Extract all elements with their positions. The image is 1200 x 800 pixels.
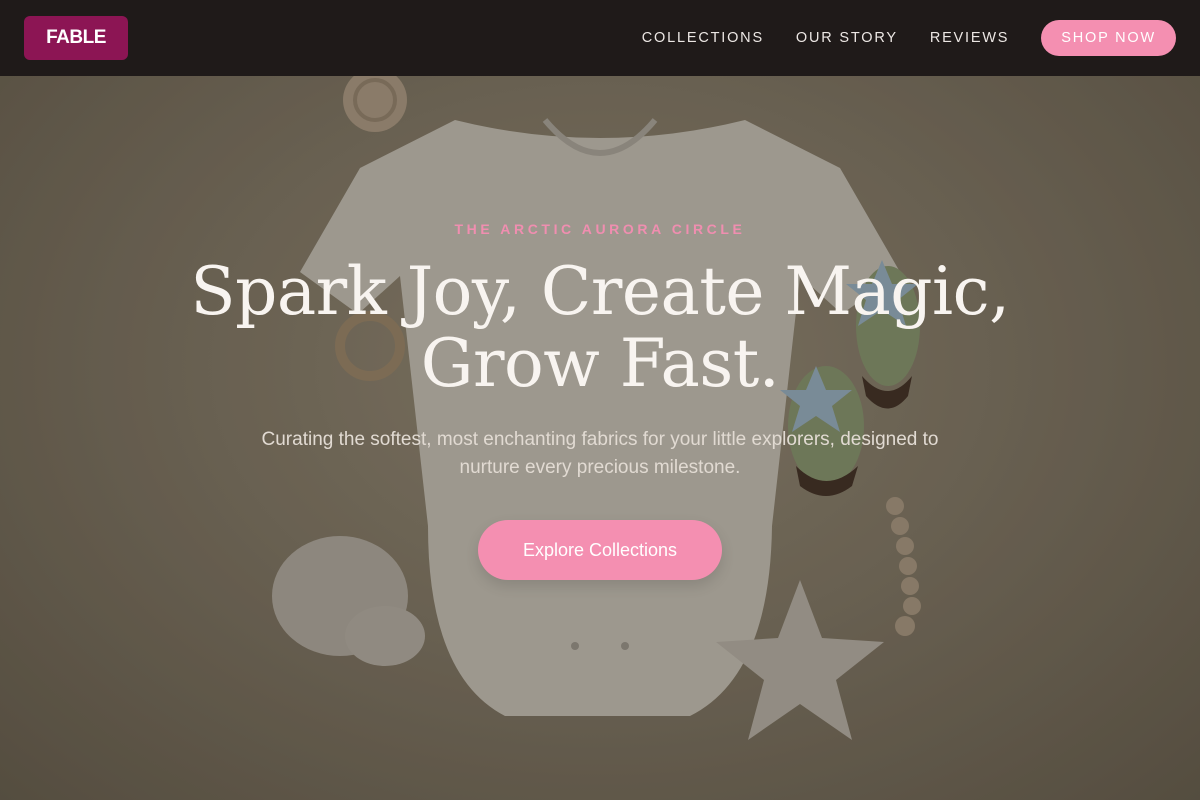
explore-collections-button[interactable]: Explore Collections [478, 520, 722, 580]
hero-eyebrow: THE ARCTIC AURORA CIRCLE [454, 221, 746, 237]
nav-link-collections[interactable]: COLLECTIONS [642, 30, 764, 46]
nav-link-reviews[interactable]: REVIEWS [930, 30, 1009, 46]
hero-headline: Spark Joy, Create Magic, Grow Fast. [190, 253, 1010, 402]
shop-now-button[interactable]: SHOP NOW [1041, 20, 1176, 56]
nav-link-our-story[interactable]: OUR STORY [796, 30, 898, 46]
nav-links: COLLECTIONS OUR STORY REVIEWS SHOP NOW [610, 20, 1176, 56]
hero-subhead: Curating the softest, most enchanting fa… [261, 429, 939, 478]
top-nav: FABLE COLLECTIONS OUR STORY REVIEWS SHOP… [0, 0, 1200, 76]
brand-logo[interactable]: FABLE [24, 16, 128, 60]
hero-content: THE ARCTIC AURORA CIRCLE Spark Joy, Crea… [0, 76, 1200, 800]
hero-section: THE ARCTIC AURORA CIRCLE Spark Joy, Crea… [0, 76, 1200, 800]
